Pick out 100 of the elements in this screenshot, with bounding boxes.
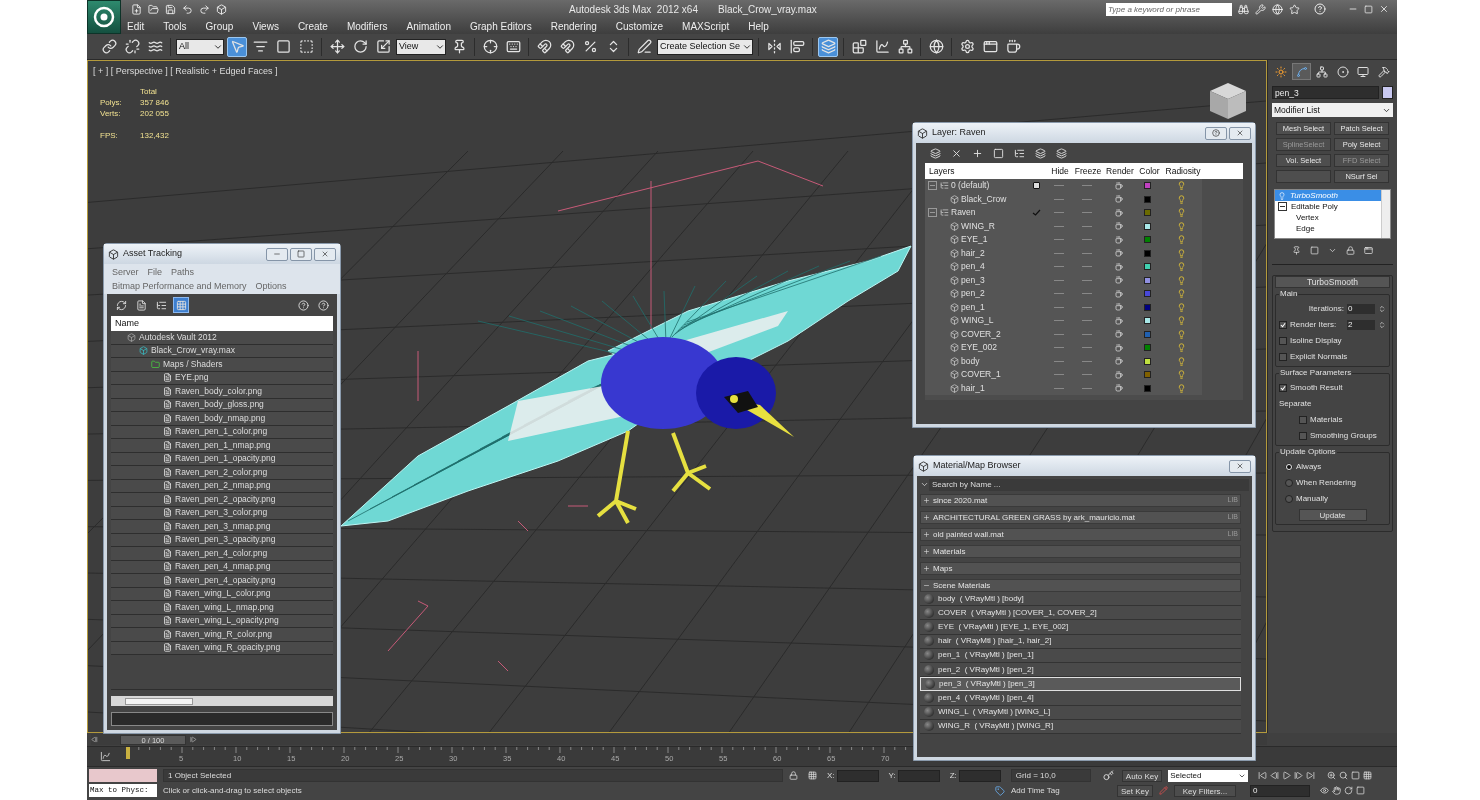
column-header[interactable]: Freeze	[1073, 164, 1103, 178]
material-row[interactable]: body ( VRayMtl ) [body]	[920, 592, 1241, 607]
menu-item[interactable]: Views	[252, 18, 279, 34]
key-filters-button[interactable]: Key Filters...	[1174, 784, 1236, 797]
material-name: WING_R ( VRayMtl ) [WING_R]	[938, 720, 1054, 733]
menu-item[interactable]: Customize	[615, 18, 664, 34]
menu-item[interactable]: Tools	[163, 18, 187, 34]
tree-row[interactable]: Raven_pen_4_opacity.png	[111, 574, 333, 588]
material-name: pen_1 ( VRayMtl ) [pen_1]	[938, 649, 1034, 662]
dropdown[interactable]: View	[396, 38, 446, 55]
layer-row[interactable]: EYE_1	[925, 233, 1202, 247]
menu-item[interactable]: Server	[112, 265, 139, 279]
asset-name: Raven_pen_4_opacity.png	[175, 573, 276, 587]
key-mode-dropdown[interactable]: Selected	[1168, 769, 1249, 782]
menu-item[interactable]: Options	[255, 279, 287, 293]
group-header[interactable]: Materials	[920, 545, 1241, 558]
menu-item[interactable]: Edit	[127, 18, 145, 34]
layer-name: Black_Crow	[961, 192, 1007, 206]
rollout-header[interactable]: TurboSmooth	[1275, 276, 1390, 288]
tree-row[interactable]: Raven_body_color.png	[111, 385, 333, 399]
column-header[interactable]: Radiosity	[1162, 164, 1204, 178]
tree-row[interactable]: Raven_pen_2_color.png	[111, 466, 333, 480]
menu-item[interactable]: Graph Editors	[469, 18, 532, 34]
dropdown[interactable]: All	[176, 38, 224, 55]
stack-item[interactable]: Edge	[1275, 223, 1381, 234]
coordinate-label: Y:	[888, 769, 896, 782]
layer-name: body	[961, 354, 980, 368]
update-button[interactable]: Update	[1298, 509, 1367, 521]
checkbox-label: Materials	[1310, 414, 1343, 426]
asset-name: Raven_pen_2_color.png	[175, 465, 268, 479]
group-name: Maps	[933, 562, 953, 575]
stats-value: 202 055	[140, 108, 169, 119]
group-header[interactable]: Scene Materials	[920, 579, 1241, 592]
column-header[interactable]: Color	[1137, 164, 1162, 178]
group-name: ARCHITECTURAL GREEN GRASS by ark_mauricio.mat	[933, 511, 1135, 524]
material-row[interactable]: pen_3 ( VRayMtl ) [pen_3]	[920, 677, 1241, 692]
tree-row[interactable]: Maps / Shaders	[111, 358, 333, 372]
stack-item-label: Vertex	[1296, 211, 1319, 224]
menu-item[interactable]: File	[147, 265, 163, 279]
time-tag-label[interactable]: Add Time Tag	[1011, 784, 1091, 797]
search-field[interactable]: Type a keyword or phrase	[1106, 2, 1232, 16]
tree-row[interactable]: Autodesk Vault 2012	[111, 331, 333, 345]
group-header[interactable]: Maps	[920, 562, 1241, 575]
layer-row[interactable]: 0 (default)	[925, 179, 1202, 193]
asset-name: Raven_pen_4_color.png	[175, 546, 268, 560]
menu-item[interactable]: Paths	[171, 265, 195, 279]
viewport-label[interactable]: [ + ] [ Perspective ] [ Realistic + Edged Faces ]	[93, 65, 278, 79]
asset-name: Raven_pen_2_opacity.png	[175, 492, 276, 506]
number-field[interactable]: 2	[1347, 320, 1375, 330]
menu-item[interactable]: MAXScript	[682, 18, 730, 34]
set-key-button[interactable]: Set Key	[1117, 784, 1153, 797]
menu-item[interactable]: Bitmap Performance and Memory	[112, 279, 247, 293]
field-label: Separate	[1279, 398, 1313, 410]
menu-item[interactable]: Animation	[406, 18, 451, 34]
tree-row[interactable]: Raven_wing_L_nmap.png	[111, 601, 333, 615]
menu-item[interactable]: Create	[297, 18, 328, 34]
material-name: pen_3 ( VRayMtl ) [pen_3]	[939, 678, 1035, 691]
tree-row[interactable]: Raven_wing_R_color.png	[111, 628, 333, 642]
tree-row[interactable]: Raven_pen_1_nmap.png	[111, 439, 333, 453]
auto-key-button[interactable]: Auto Key	[1121, 769, 1163, 782]
layer-row[interactable]: WING_L	[925, 314, 1202, 328]
menu-item[interactable]: Rendering	[550, 18, 597, 34]
material-name: pen_2 ( VRayMtl ) [pen_2]	[938, 663, 1034, 676]
layer-row[interactable]: pen_2	[925, 287, 1202, 301]
column-header[interactable]: Name	[111, 316, 333, 331]
object-name-field[interactable]: pen_3	[1272, 86, 1379, 99]
tree-row[interactable]: Raven_pen_3_nmap.png	[111, 520, 333, 534]
prompt-text: Click or click-and-drag to select objects	[163, 784, 303, 797]
material-row[interactable]: EYE ( VRayMtl ) [EYE_1, EYE_002]	[920, 620, 1241, 635]
group-name: since 2020.mat	[933, 494, 988, 507]
menu-item[interactable]: Modifiers	[346, 18, 388, 34]
column-header[interactable]: Layers	[925, 164, 1027, 178]
field-label: Iterations:	[1308, 303, 1344, 315]
layer-row[interactable]: COVER_1	[925, 368, 1202, 382]
menu-item[interactable]: Help	[748, 18, 769, 34]
search-field[interactable]: Search by Name ...	[929, 478, 1249, 491]
asset-name: Raven_body_gloss.png	[175, 398, 264, 412]
layer-row[interactable]: Raven	[925, 206, 1202, 220]
asset-name: EYE.png	[175, 371, 209, 385]
tree-row[interactable]: Raven_body_nmap.png	[111, 412, 333, 426]
frame-field[interactable]: 0	[1250, 784, 1310, 797]
column-header[interactable]: Hide	[1047, 164, 1073, 178]
stack-item[interactable]: Editable Poly	[1275, 201, 1381, 212]
dropdown[interactable]: Create Selection Se	[657, 38, 753, 55]
stack-item[interactable]: Vertex	[1275, 212, 1381, 223]
column-header[interactable]: Render	[1103, 164, 1137, 178]
material-row[interactable]: COVER ( VRayMtl ) [COVER_1, COVER_2]	[920, 606, 1241, 621]
tree-row[interactable]: Raven_pen_2_opacity.png	[111, 493, 333, 507]
stack-item-label: TurboSmooth	[1290, 190, 1338, 202]
number-field[interactable]: 0	[1347, 304, 1375, 314]
material-row[interactable]: pen_4 ( VRayMtl ) [pen_4]	[920, 691, 1241, 706]
material-name: body ( VRayMtl ) [body]	[938, 592, 1024, 605]
radio-label: Manually	[1296, 493, 1328, 505]
menu-item[interactable]: Group	[205, 18, 234, 34]
material-name: COVER ( VRayMtl ) [COVER_1, COVER_2]	[938, 606, 1097, 619]
modifier-list-dropdown[interactable]: Modifier List	[1272, 103, 1393, 117]
layer-row[interactable]: EYE_002	[925, 341, 1202, 355]
tree-row[interactable]: Raven_pen_4_color.png	[111, 547, 333, 561]
layer-name: 0 (default)	[951, 179, 990, 193]
layer-row[interactable]: pen_4	[925, 260, 1202, 274]
